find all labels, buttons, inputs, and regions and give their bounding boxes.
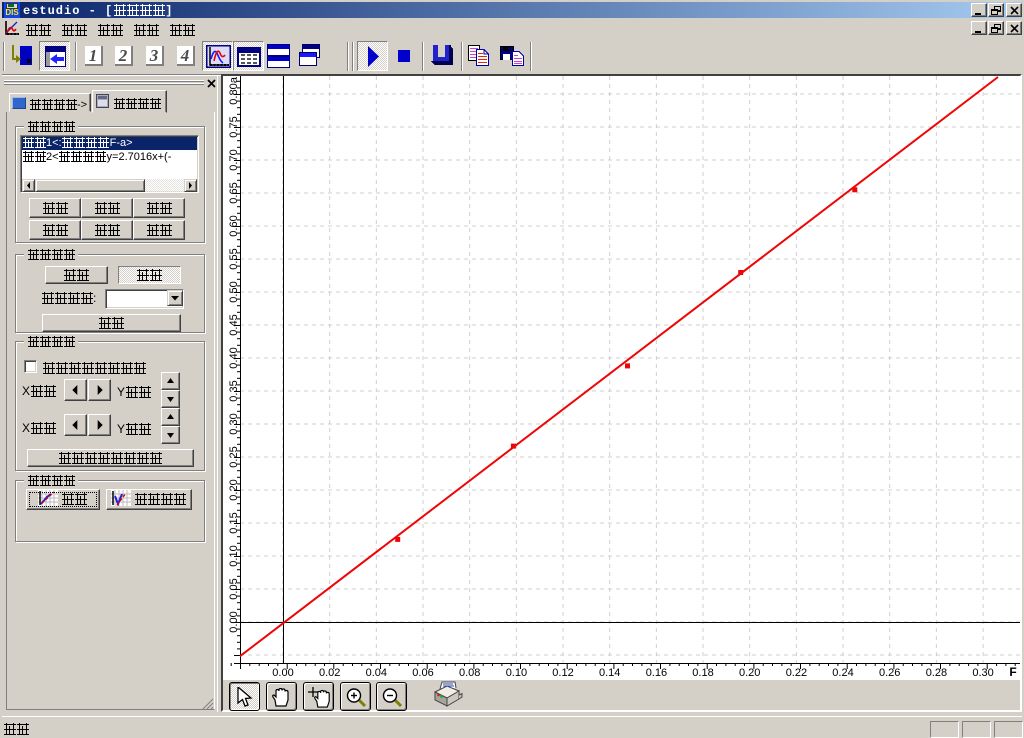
svg-text:0.65: 0.65 bbox=[228, 182, 240, 203]
svg-text:0.00: 0.00 bbox=[272, 667, 293, 679]
svg-text:0.05: 0.05 bbox=[228, 578, 240, 599]
svg-text:0.08: 0.08 bbox=[459, 667, 480, 679]
svg-text:0.06: 0.06 bbox=[412, 667, 433, 679]
svg-text:0.28: 0.28 bbox=[926, 667, 947, 679]
svg-text:0.35: 0.35 bbox=[228, 380, 240, 401]
svg-text:0.10: 0.10 bbox=[228, 545, 240, 566]
svg-text:0.75: 0.75 bbox=[228, 116, 240, 137]
svg-text:0.70: 0.70 bbox=[228, 149, 240, 170]
svg-text:0.14: 0.14 bbox=[599, 667, 620, 679]
svg-text:0.24: 0.24 bbox=[832, 667, 853, 679]
svg-text:0.26: 0.26 bbox=[879, 667, 900, 679]
svg-text:0.02: 0.02 bbox=[319, 667, 340, 679]
svg-text:0.50: 0.50 bbox=[228, 281, 240, 302]
svg-text:a: a bbox=[228, 76, 240, 83]
svg-text:0.30: 0.30 bbox=[228, 413, 240, 434]
svg-text:0.16: 0.16 bbox=[646, 667, 667, 679]
svg-text:0.04: 0.04 bbox=[366, 667, 387, 679]
svg-text:0.00: 0.00 bbox=[228, 611, 240, 632]
svg-text:0.15: 0.15 bbox=[228, 512, 240, 533]
svg-text:0.80: 0.80 bbox=[228, 83, 240, 104]
svg-text:0.55: 0.55 bbox=[228, 248, 240, 269]
svg-text:0.25: 0.25 bbox=[228, 446, 240, 467]
svg-text:0.45: 0.45 bbox=[228, 314, 240, 335]
svg-text:0.12: 0.12 bbox=[552, 667, 573, 679]
svg-text:0.20: 0.20 bbox=[228, 479, 240, 500]
svg-text:0.18: 0.18 bbox=[692, 667, 713, 679]
svg-text:0.60: 0.60 bbox=[228, 215, 240, 236]
svg-text:0.10: 0.10 bbox=[506, 667, 527, 679]
svg-text:0.40: 0.40 bbox=[228, 347, 240, 368]
svg-text:F: F bbox=[1009, 665, 1016, 679]
svg-text:0.20: 0.20 bbox=[739, 667, 760, 679]
svg-text:0.30: 0.30 bbox=[972, 667, 993, 679]
svg-text:0.22: 0.22 bbox=[786, 667, 807, 679]
